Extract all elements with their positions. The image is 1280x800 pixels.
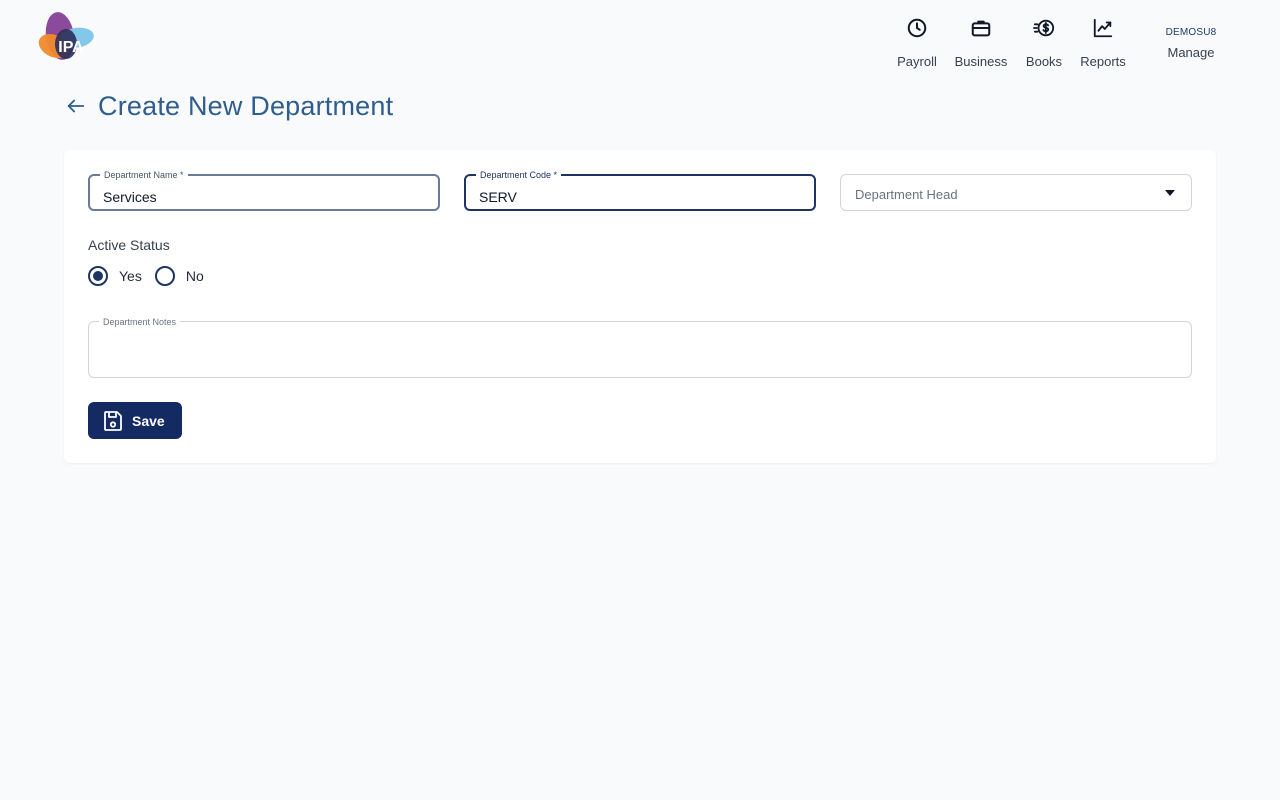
nav-payroll-label: Payroll	[897, 54, 937, 69]
save-button-label: Save	[132, 412, 165, 429]
nav-business[interactable]: Business	[952, 14, 1010, 69]
nav-business-label: Business	[954, 54, 1008, 69]
nav-manage[interactable]: DEMOSU8 Manage	[1160, 14, 1222, 60]
department-name-label: Department Name *	[100, 169, 188, 181]
arrow-left-icon[interactable]	[64, 94, 88, 118]
page-title: Create New Department	[98, 90, 394, 121]
radio-no-label: No	[185, 268, 204, 284]
nav-reports-label: Reports	[1080, 54, 1126, 69]
user-code: DEMOSU8	[1165, 27, 1217, 38]
active-status-radio-group: Yes No	[88, 266, 217, 286]
radio-yes-label: Yes	[119, 268, 142, 284]
department-head-select[interactable]: Department Head	[840, 174, 1192, 211]
save-button[interactable]: Save	[88, 402, 182, 439]
department-head-placeholder: Department Head	[855, 187, 958, 202]
nav-payroll[interactable]: Payroll	[894, 14, 940, 69]
department-code-field[interactable]: Department Code *	[464, 169, 816, 211]
chart-line-icon	[1091, 16, 1115, 40]
department-form-card: Department Name * Department Code * Depa…	[64, 150, 1216, 463]
briefcase-icon	[969, 16, 993, 40]
radio-selected-dot	[93, 271, 103, 281]
main-nav: Payroll Business Books Reports DEMOSU8 M…	[0, 14, 1280, 74]
department-notes-field[interactable]: Department Notes	[88, 316, 1192, 378]
page-title-row: Create New Department	[64, 88, 393, 124]
department-notes-label: Department Notes	[99, 316, 181, 328]
department-notes-input[interactable]	[89, 322, 1191, 377]
nav-books-label: Books	[1025, 54, 1063, 69]
active-status-label: Active Status	[88, 237, 170, 253]
radio-yes-circle[interactable]	[88, 266, 108, 286]
nav-manage-label: Manage	[1167, 45, 1215, 60]
radio-no[interactable]: No	[154, 266, 204, 286]
floppy-disk-icon	[103, 410, 123, 431]
department-name-field[interactable]: Department Name *	[88, 169, 440, 211]
radio-no-circle[interactable]	[154, 266, 175, 286]
nav-books[interactable]: Books	[1022, 14, 1066, 69]
nav-reports[interactable]: Reports	[1076, 14, 1130, 69]
caret-down-icon	[1165, 190, 1175, 196]
top-header: IPA Payroll Business Books Reports DEMOS…	[0, 0, 1280, 80]
dollar-coin-icon	[1032, 16, 1056, 40]
radio-yes[interactable]: Yes	[88, 266, 142, 286]
department-code-label: Department Code *	[476, 169, 562, 181]
clock-icon	[905, 16, 929, 40]
